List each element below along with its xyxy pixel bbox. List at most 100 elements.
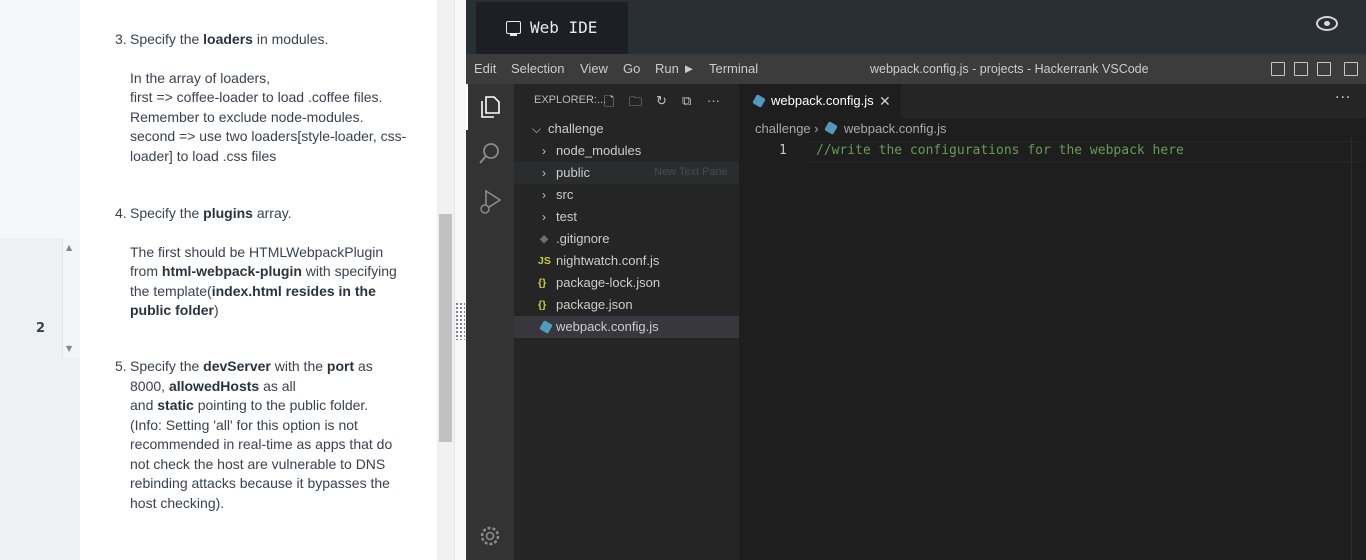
step-line: host checking).	[130, 494, 225, 511]
tree-item-webpack-config[interactable]: webpack.config.js	[514, 316, 739, 338]
step-number: 5.	[115, 358, 127, 374]
collapse-all-icon[interactable]: ⧉	[682, 93, 691, 109]
editor-tab-webpack-config[interactable]: webpack.config.js ✕	[739, 84, 901, 118]
step-number: 4.	[115, 205, 127, 221]
editor-area: webpack.config.js ✕ ··· challenge › webp…	[739, 84, 1366, 560]
chevron-right-icon: ›	[542, 188, 546, 202]
line-number: 1	[779, 143, 787, 158]
step-line: and static pointing to the public folder…	[130, 397, 369, 413]
chevron-right-icon: ›	[542, 210, 546, 224]
step-line: first => coffee-loader to load .coffee f…	[130, 89, 383, 105]
more-actions-icon[interactable]: ···	[707, 93, 720, 108]
new-file-icon[interactable]: 🗋	[604, 93, 614, 115]
step-4: 4. Specify the plugins array. The first …	[115, 204, 435, 321]
gutter-upper	[0, 0, 80, 238]
json-file-icon: {}	[538, 299, 547, 311]
chevron-right-icon: ›	[542, 166, 546, 180]
tree-item-package-json[interactable]: {} package.json	[514, 294, 739, 316]
gutter-scroll-strip[interactable]	[62, 238, 81, 358]
editor-tab-label: webpack.config.js	[771, 93, 874, 108]
step-3: 3. Specify the loaders in modules. In th…	[115, 30, 435, 166]
tree-root-challenge[interactable]: ⌵ challenge	[514, 118, 739, 140]
step-heading: Specify the loaders in modules.	[130, 31, 329, 47]
webpack-cube-icon	[752, 94, 766, 108]
explorer-files-icon[interactable]	[478, 94, 502, 120]
run-arrow-icon: ►	[678, 61, 696, 76]
step-number: 3.	[115, 31, 127, 47]
settings-gear-icon[interactable]	[478, 524, 502, 548]
step-line: In the array of loaders,	[130, 69, 271, 86]
step-line: (Info: Setting 'all' for this option is …	[130, 416, 358, 433]
tree-item-gitignore[interactable]: ◆ .gitignore	[514, 228, 739, 250]
drag-handle-icon[interactable]	[455, 302, 465, 340]
json-file-icon: {}	[538, 277, 547, 289]
step-line: not check the host are vulnerable to DNS	[130, 455, 386, 472]
step-heading: Specify the devServer with the port as	[130, 358, 373, 374]
menu-selection[interactable]: Selection	[511, 61, 564, 76]
activity-bar	[466, 84, 514, 560]
menu-bar: Edit Selection View Go Run ► Terminal we…	[466, 54, 1366, 84]
step-line: Remember to exclude node-modules.	[130, 108, 364, 125]
breadcrumb-separator-icon: ›	[814, 121, 823, 136]
step-line: from html-webpack-plugin with specifying	[130, 263, 397, 279]
run-debug-icon[interactable]	[478, 188, 504, 216]
window-title: webpack.config.js - projects - Hackerran…	[870, 62, 1149, 76]
explorer-sidebar: EXPLORER:... 🗋 🗀 ↻ ⧉ ··· ⌵ challenge › n…	[514, 84, 779, 560]
scroll-down-arrow-icon[interactable]: ▼	[66, 345, 72, 353]
tree-item-test[interactable]: › test	[514, 206, 739, 228]
toggle-secondary-sidebar-icon[interactable]	[1317, 62, 1331, 76]
code-gutter: ▲ ▼ 2	[0, 0, 81, 560]
step-line: rebinding attacks because it bypasses th…	[130, 475, 390, 491]
code-line[interactable]: //write the configurations for the webpa…	[816, 143, 1184, 158]
menu-edit[interactable]: Edit	[474, 61, 496, 76]
gutter-line-number: 2	[36, 321, 46, 336]
ide-header: Web IDE	[466, 0, 1366, 54]
chevron-right-icon: ›	[542, 144, 546, 158]
step-line: The first should be HTMLWebpackPlugin	[130, 243, 384, 260]
scroll-up-arrow-icon[interactable]: ▲	[66, 244, 72, 252]
monitor-icon	[506, 21, 521, 36]
tree-item-nightwatch-conf[interactable]: JS nightwatch.conf.js	[514, 250, 739, 272]
new-folder-icon[interactable]: 🗀	[629, 93, 642, 115]
breadcrumb-file[interactable]: webpack.config.js	[844, 121, 947, 136]
menu-terminal[interactable]: Terminal	[709, 61, 758, 76]
tree-item-package-lock[interactable]: {} package-lock.json	[514, 272, 739, 294]
menu-run[interactable]: Run ►	[655, 61, 695, 76]
editor-more-actions-icon[interactable]: ···	[1335, 90, 1351, 106]
keyword-loaders: loaders	[203, 31, 253, 47]
step-line: loader] to load .css files	[130, 147, 277, 164]
step-line: 8000, allowedHosts as all	[130, 377, 296, 394]
eye-icon[interactable]	[1316, 16, 1338, 31]
active-indicator	[466, 84, 468, 130]
customize-layout-icon[interactable]	[1344, 62, 1358, 76]
toggle-sidebar-icon[interactable]	[1271, 62, 1285, 76]
tree-item-public[interactable]: › public	[514, 162, 739, 184]
explorer-title: EXPLORER:...	[534, 94, 607, 106]
step-line: the template(index.html resides in the	[130, 282, 376, 299]
menu-view[interactable]: View	[580, 61, 608, 76]
gitignore-file-icon: ◆	[540, 233, 549, 245]
breadcrumb-folder[interactable]: challenge	[755, 121, 811, 136]
menu-go[interactable]: Go	[623, 61, 640, 76]
webpack-cube-icon	[539, 320, 553, 334]
chevron-down-icon: ⌵	[532, 122, 542, 136]
web-ide: Web IDE Edit Selection View Go Run ► Ter…	[466, 0, 1366, 560]
tree-item-src[interactable]: › src	[514, 184, 739, 206]
instructions-scrollbar-thumb[interactable]	[439, 214, 452, 442]
step-line: public folder)	[130, 302, 219, 318]
toggle-panel-icon[interactable]	[1294, 62, 1308, 76]
editor-scrollbar[interactable]	[1351, 138, 1366, 560]
screen: ▲ ▼ 2 3. Specify the loaders in modules.…	[0, 0, 1366, 560]
breadcrumb: challenge › webpack.config.js	[755, 121, 946, 136]
keyword-plugins: plugins	[203, 205, 253, 221]
editor-tabs-bar: webpack.config.js ✕ ···	[739, 84, 1366, 118]
web-ide-tab[interactable]: Web IDE	[476, 2, 628, 54]
step-line: recommended in real-time as apps that do	[130, 436, 393, 452]
tree-item-node-modules[interactable]: › node_modules	[514, 140, 739, 162]
step-heading: Specify the plugins array.	[130, 205, 292, 221]
webpack-cube-icon	[824, 121, 839, 135]
refresh-icon[interactable]: ↻	[656, 93, 667, 109]
step-5: 5. Specify the devServer with the port a…	[115, 357, 435, 513]
close-icon[interactable]: ✕	[879, 84, 891, 118]
search-icon[interactable]	[478, 141, 502, 167]
